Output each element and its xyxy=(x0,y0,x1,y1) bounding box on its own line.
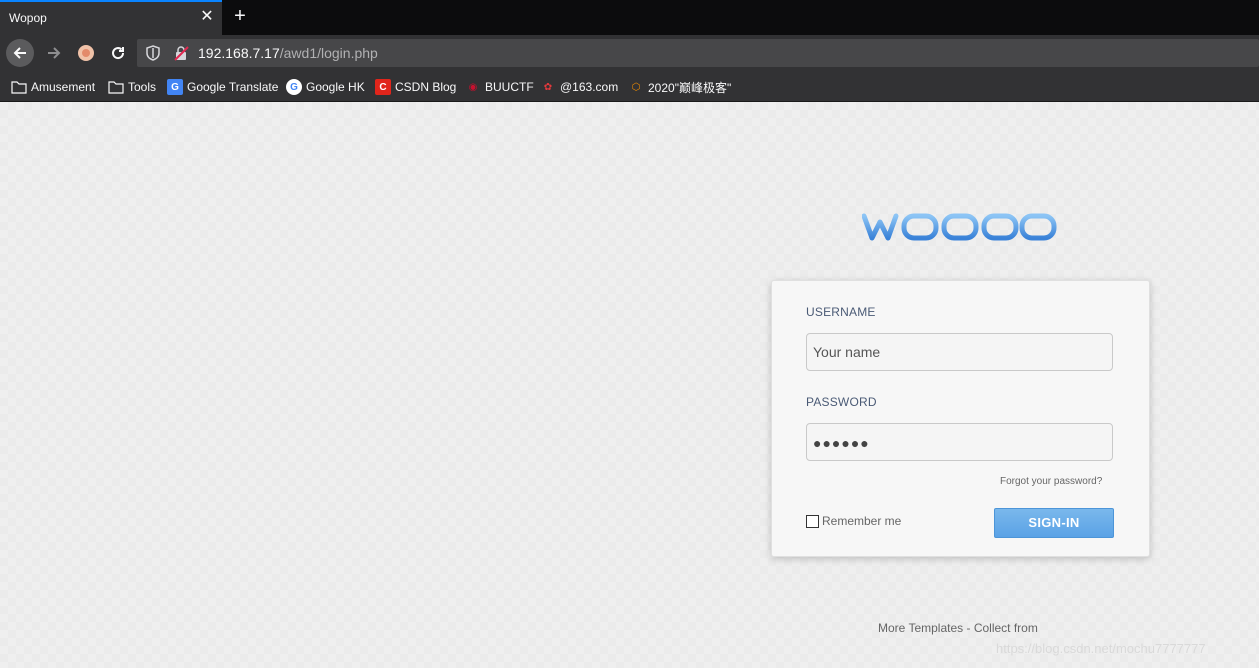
tab-strip: Wopop ✕ + xyxy=(0,0,1259,35)
bookmark-amusement[interactable]: Amusement xyxy=(11,79,95,95)
url-host: 192.168.7.17 xyxy=(198,45,280,61)
folder-icon xyxy=(11,79,27,95)
url-bar[interactable]: 192.168.7.17/awd1/login.php xyxy=(137,39,1259,67)
bookmark-label: Amusement xyxy=(31,80,96,94)
bookmark-163[interactable]: ✿ @163.com xyxy=(540,79,618,95)
forgot-password-link[interactable]: Forgot your password? xyxy=(1000,476,1102,487)
bookmark-label: BUUCTF xyxy=(485,80,534,94)
arrow-right-icon xyxy=(48,47,61,59)
url-path: /awd1/login.php xyxy=(279,45,378,61)
bookmark-label: Google HK xyxy=(306,80,365,94)
close-tab-icon[interactable]: ✕ xyxy=(199,9,215,25)
logo-text: wopop xyxy=(862,206,865,207)
profile-button[interactable] xyxy=(72,39,100,67)
remember-me-label: Remember me xyxy=(822,514,902,528)
bookmark-google-hk[interactable]: G Google HK xyxy=(286,79,365,95)
bookmark-csdn-blog[interactable]: C CSDN Blog xyxy=(375,79,456,95)
username-input[interactable] xyxy=(806,333,1113,371)
password-value: ●●●●●● xyxy=(813,435,870,451)
bookmark-label: 2020"巅峰极客" xyxy=(648,80,732,95)
reload-button[interactable] xyxy=(104,39,132,67)
username-label: USERNAME xyxy=(806,305,876,319)
bookmark-google-translate[interactable]: G Google Translate xyxy=(167,79,278,95)
google-translate-icon: G xyxy=(167,79,183,95)
new-tab-button[interactable]: + xyxy=(231,6,249,26)
watermark: https://blog.csdn.net/mochu7777777 xyxy=(996,641,1206,656)
geek-icon: ⬡ xyxy=(631,81,641,93)
bookmark-buuctf[interactable]: ◉ BUUCTF xyxy=(465,79,534,95)
bookmarks-toolbar: Amusement Tools G Google Translate G Goo… xyxy=(0,71,1259,102)
url-text[interactable]: 192.168.7.17/awd1/login.php xyxy=(198,45,378,61)
arrow-left-icon xyxy=(13,47,26,59)
google-icon: G xyxy=(286,79,302,95)
bookmark-label: @163.com xyxy=(560,80,619,94)
wopop-logo: wopop xyxy=(862,206,1057,246)
csdn-icon: C xyxy=(375,79,391,95)
bookmark-2020-geek[interactable]: ⬡ 2020"巅峰极客" xyxy=(628,79,732,95)
shield-icon[interactable] xyxy=(145,45,161,61)
bookmark-tools[interactable]: Tools xyxy=(108,79,156,95)
forward-button[interactable] xyxy=(40,39,68,67)
page-content: wopop USERNAME PASSWORD ●●●●●● Forgot yo… xyxy=(0,102,1259,668)
navigation-toolbar: 192.168.7.17/awd1/login.php xyxy=(0,35,1259,71)
tab-title: Wopop xyxy=(9,11,47,25)
buuctf-icon: ◉ xyxy=(468,81,478,93)
remember-me-checkbox[interactable] xyxy=(806,514,819,528)
bookmark-label: Tools xyxy=(128,80,157,94)
folder-icon xyxy=(108,79,124,95)
bookmark-label: Google Translate xyxy=(187,80,279,94)
reload-icon xyxy=(112,47,125,60)
netease-icon: ✿ xyxy=(543,81,553,93)
insecure-lock-icon[interactable] xyxy=(173,45,189,61)
avatar-icon xyxy=(78,45,94,61)
sign-in-button[interactable]: SIGN-IN xyxy=(994,508,1114,538)
footer-text: More Templates - Collect from xyxy=(878,621,1038,635)
back-button[interactable] xyxy=(6,39,34,67)
password-label: PASSWORD xyxy=(806,395,877,409)
login-form: USERNAME PASSWORD ●●●●●● Forgot your pas… xyxy=(771,280,1150,557)
remember-me[interactable]: Remember me xyxy=(806,514,901,528)
bookmark-label: CSDN Blog xyxy=(395,80,457,94)
tab-wopop[interactable]: Wopop ✕ xyxy=(0,0,222,35)
